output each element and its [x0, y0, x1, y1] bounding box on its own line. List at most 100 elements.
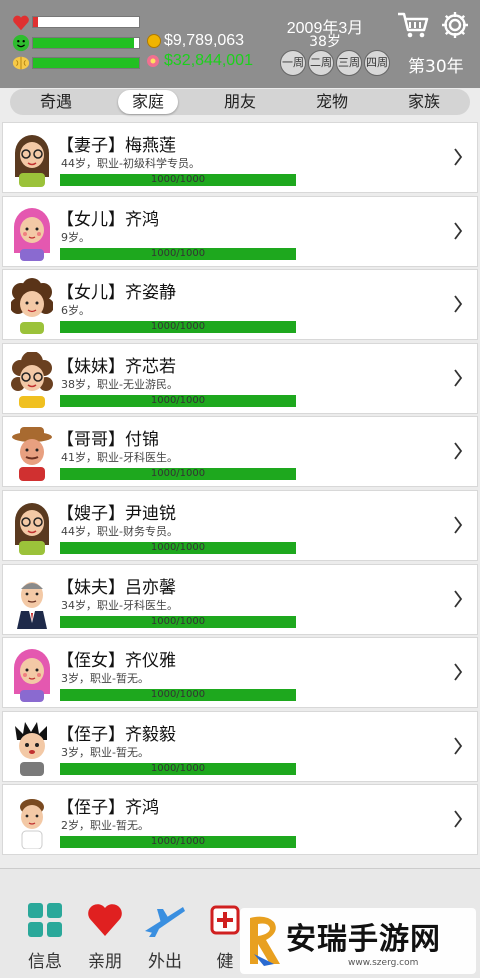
family-member-card[interactable]: 【女儿】齐姿静 6岁。 1000/1000: [2, 269, 478, 341]
relationship-bar: 1000/1000: [60, 762, 296, 775]
member-info: 34岁，职业-牙科医生。: [61, 598, 178, 612]
nav-relatives[interactable]: 亲朋: [80, 901, 130, 972]
money-value: $9,789,063: [164, 32, 245, 49]
chevron-right-icon: [454, 516, 463, 534]
relationship-value: 1000/1000: [150, 541, 206, 553]
relationship-value: 1000/1000: [150, 762, 206, 774]
relationship-bar: 1000/1000: [60, 689, 296, 702]
relationship-bar: 1000/1000: [60, 174, 296, 186]
heart-icon: [88, 904, 122, 936]
family-member-card[interactable]: 【哥哥】付锦 41岁，职业-牙科医生。 1000/1000: [2, 416, 478, 488]
settings-gear-icon[interactable]: [440, 10, 470, 40]
week-3-button[interactable]: 三周: [336, 50, 362, 76]
chevron-right-icon: [454, 442, 463, 460]
relationship-bar: 1000/1000: [60, 836, 296, 849]
member-name: 【妻子】梅燕莲: [57, 136, 176, 156]
member-name: 【妹妹】齐芯若: [57, 356, 176, 377]
member-name: 【侄子】齐毅毅: [57, 724, 176, 745]
chevron-right-icon: [454, 590, 463, 608]
family-member-card[interactable]: 【侄女】齐仪雅 3岁，职业-暂无。 1000/1000: [2, 637, 478, 709]
member-info: 38岁，职业-无业游民。: [61, 377, 178, 391]
watermark-text: 安瑞手游网: [286, 922, 441, 957]
family-member-card[interactable]: 【嫂子】尹迪锐 44岁，职业-财务专员。 1000/1000: [2, 489, 478, 561]
health-bar: [32, 16, 140, 28]
chevron-right-icon: [454, 222, 463, 240]
avatar: [15, 135, 49, 187]
family-member-card[interactable]: 【妻子】梅燕莲 44岁，职业-初级科学专员。 1000/1000: [2, 122, 478, 193]
year-counter: 第30年: [408, 57, 464, 77]
relationship-bar: 1000/1000: [60, 615, 296, 628]
member-info: 6岁。: [61, 304, 90, 318]
mood-bar: [32, 37, 140, 49]
tab-pets[interactable]: 宠物: [302, 90, 362, 114]
family-member-card[interactable]: 【妹夫】吕亦馨 34岁，职业-牙科医生。 1000/1000: [2, 563, 478, 635]
avatar: [20, 799, 44, 850]
week-1-button[interactable]: 一周: [280, 50, 306, 76]
tab-friends[interactable]: 朋友: [210, 90, 270, 114]
category-tabs: 奇遇 家庭 朋友 宠物 家族: [10, 89, 470, 115]
relationship-bar: 1000/1000: [60, 394, 296, 407]
family-member-card[interactable]: 【侄子】齐毅毅 3岁，职业-暂无。 1000/1000: [2, 710, 478, 782]
tab-family[interactable]: 家庭: [117, 90, 178, 114]
member-info: 2岁，职业-暂无。: [61, 819, 149, 833]
chevron-right-icon: [454, 369, 463, 387]
chevron-right-icon: [454, 295, 463, 313]
member-name: 【妹夫】吕亦馨: [57, 577, 176, 598]
member-name: 【女儿】齐鸿: [57, 209, 159, 230]
member-info: 44岁，职业-初级科学专员。: [61, 157, 200, 170]
relationship-value: 1000/1000: [150, 174, 206, 185]
iq-bar: [32, 57, 140, 69]
member-info: 9岁。: [61, 230, 90, 244]
week-2-button[interactable]: 二周: [308, 50, 334, 76]
relationship-value: 1000/1000: [150, 321, 206, 333]
relationship-value: 1000/1000: [150, 468, 206, 480]
player-age: 38岁: [309, 34, 341, 50]
member-name: 【哥哥】付锦: [57, 430, 159, 451]
tab-clan[interactable]: 家族: [394, 90, 454, 114]
status-header: $9,789,063 $32,844,001 2009年3月 38岁 一周 二周…: [0, 0, 480, 88]
avatar: [15, 721, 47, 776]
nav-relatives-label: 亲朋: [88, 952, 122, 972]
relationship-value: 1000/1000: [150, 689, 206, 701]
nav-info-label: 信息: [28, 952, 62, 972]
relationship-bar: 1000/1000: [60, 468, 296, 481]
avatar: [11, 351, 53, 408]
member-info: 3岁，职业-暂无。: [61, 745, 149, 759]
nav-info[interactable]: 信息: [20, 901, 70, 972]
avatar: [14, 207, 50, 261]
member-info: 44岁，职业-财务专员。: [61, 524, 178, 538]
relationship-value: 1000/1000: [150, 394, 206, 406]
member-name: 【嫂子】尹迪锐: [57, 503, 176, 524]
chevron-right-icon: [454, 737, 463, 755]
relationship-value: 1000/1000: [150, 615, 206, 627]
relationship-value: 1000/1000: [150, 247, 206, 259]
family-member-card[interactable]: 【妹妹】齐芯若 38岁，职业-无业游民。 1000/1000: [2, 342, 478, 414]
member-name: 【侄女】齐仪雅: [57, 651, 176, 672]
coin-icon: [147, 34, 161, 48]
week-4-button[interactable]: 四周: [364, 50, 390, 76]
nav-outing-label: 外出: [148, 952, 182, 972]
tab-adventure[interactable]: 奇遇: [26, 90, 86, 114]
avatar: [12, 427, 52, 482]
relationship-bar: 1000/1000: [60, 321, 296, 334]
relationship-bar: 1000/1000: [60, 541, 296, 554]
airplane-icon: [145, 907, 185, 937]
member-name: 【女儿】齐姿静: [57, 283, 176, 304]
nav-outing[interactable]: 外出: [140, 901, 190, 972]
health-icon: [210, 905, 240, 935]
avatar: [11, 278, 53, 335]
chevron-right-icon: [454, 810, 463, 828]
avatar: [17, 581, 47, 629]
relationship-bar: 1000/1000: [60, 247, 296, 260]
family-member-card[interactable]: 【侄子】齐鸿 2岁，职业-暂无。 1000/1000: [2, 784, 478, 856]
relationship-value: 1000/1000: [150, 836, 206, 848]
avatar: [14, 649, 50, 703]
money2-value: $32,844,001: [164, 52, 253, 69]
watermark-logo-icon: [250, 916, 280, 966]
family-member-card[interactable]: 【女儿】齐鸿 9岁。 1000/1000: [2, 195, 478, 267]
flower-icon: [147, 55, 159, 67]
shopping-cart-icon[interactable]: [396, 10, 430, 40]
site-watermark: 安瑞手游网 www.szerg.com: [240, 908, 476, 974]
avatar: [15, 502, 49, 555]
chevron-right-icon: [454, 663, 463, 681]
